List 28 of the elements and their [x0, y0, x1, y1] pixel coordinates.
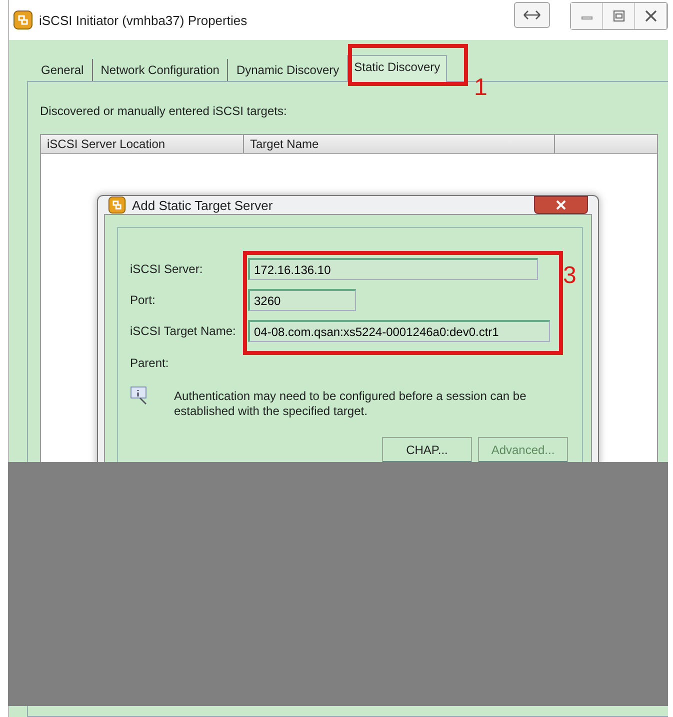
targets-label: Discovered or manually entered iSCSI targets: [40, 104, 288, 118]
close-icon [556, 200, 566, 210]
parent-label: Parent: [130, 356, 170, 370]
field-label: iSCSI Target Name: [130, 324, 237, 338]
dialog-title: Add Static Target Server [132, 198, 273, 212]
input-field[interactable]: 3260 [248, 289, 356, 311]
step-number: 1 [474, 76, 488, 100]
dialog-button[interactable]: CHAP... [382, 437, 472, 463]
field-label: Port: [130, 293, 156, 307]
input-field[interactable]: 172.16.136.10 [248, 258, 538, 280]
maximize-button[interactable] [603, 3, 635, 29]
close-button[interactable] [534, 196, 588, 214]
app-icon [108, 196, 126, 214]
info-message: Authentication may need to be configured before a session can be established with the specified target. [174, 388, 528, 419]
tab[interactable]: Static Discovery [347, 55, 448, 82]
window-title: iSCSI Initiator (vmhba37) Properties [39, 12, 248, 28]
minimize-button[interactable] [571, 3, 603, 29]
maximize-icon [612, 10, 624, 22]
app-icon [13, 10, 33, 30]
column-header[interactable]: iSCSI Server Location [41, 135, 244, 153]
step-number: 3 [563, 264, 576, 288]
close-icon [644, 10, 656, 22]
column-header[interactable]: Target Name [244, 135, 555, 153]
field-label: iSCSI Server: [130, 262, 204, 276]
input-field[interactable]: 04-08.com.qsan:xs5224-0001246a0:dev0.ctr1 [248, 320, 550, 342]
tab[interactable]: General [33, 59, 92, 81]
resize-arrows-icon [522, 9, 542, 21]
resize-button[interactable] [514, 2, 550, 28]
